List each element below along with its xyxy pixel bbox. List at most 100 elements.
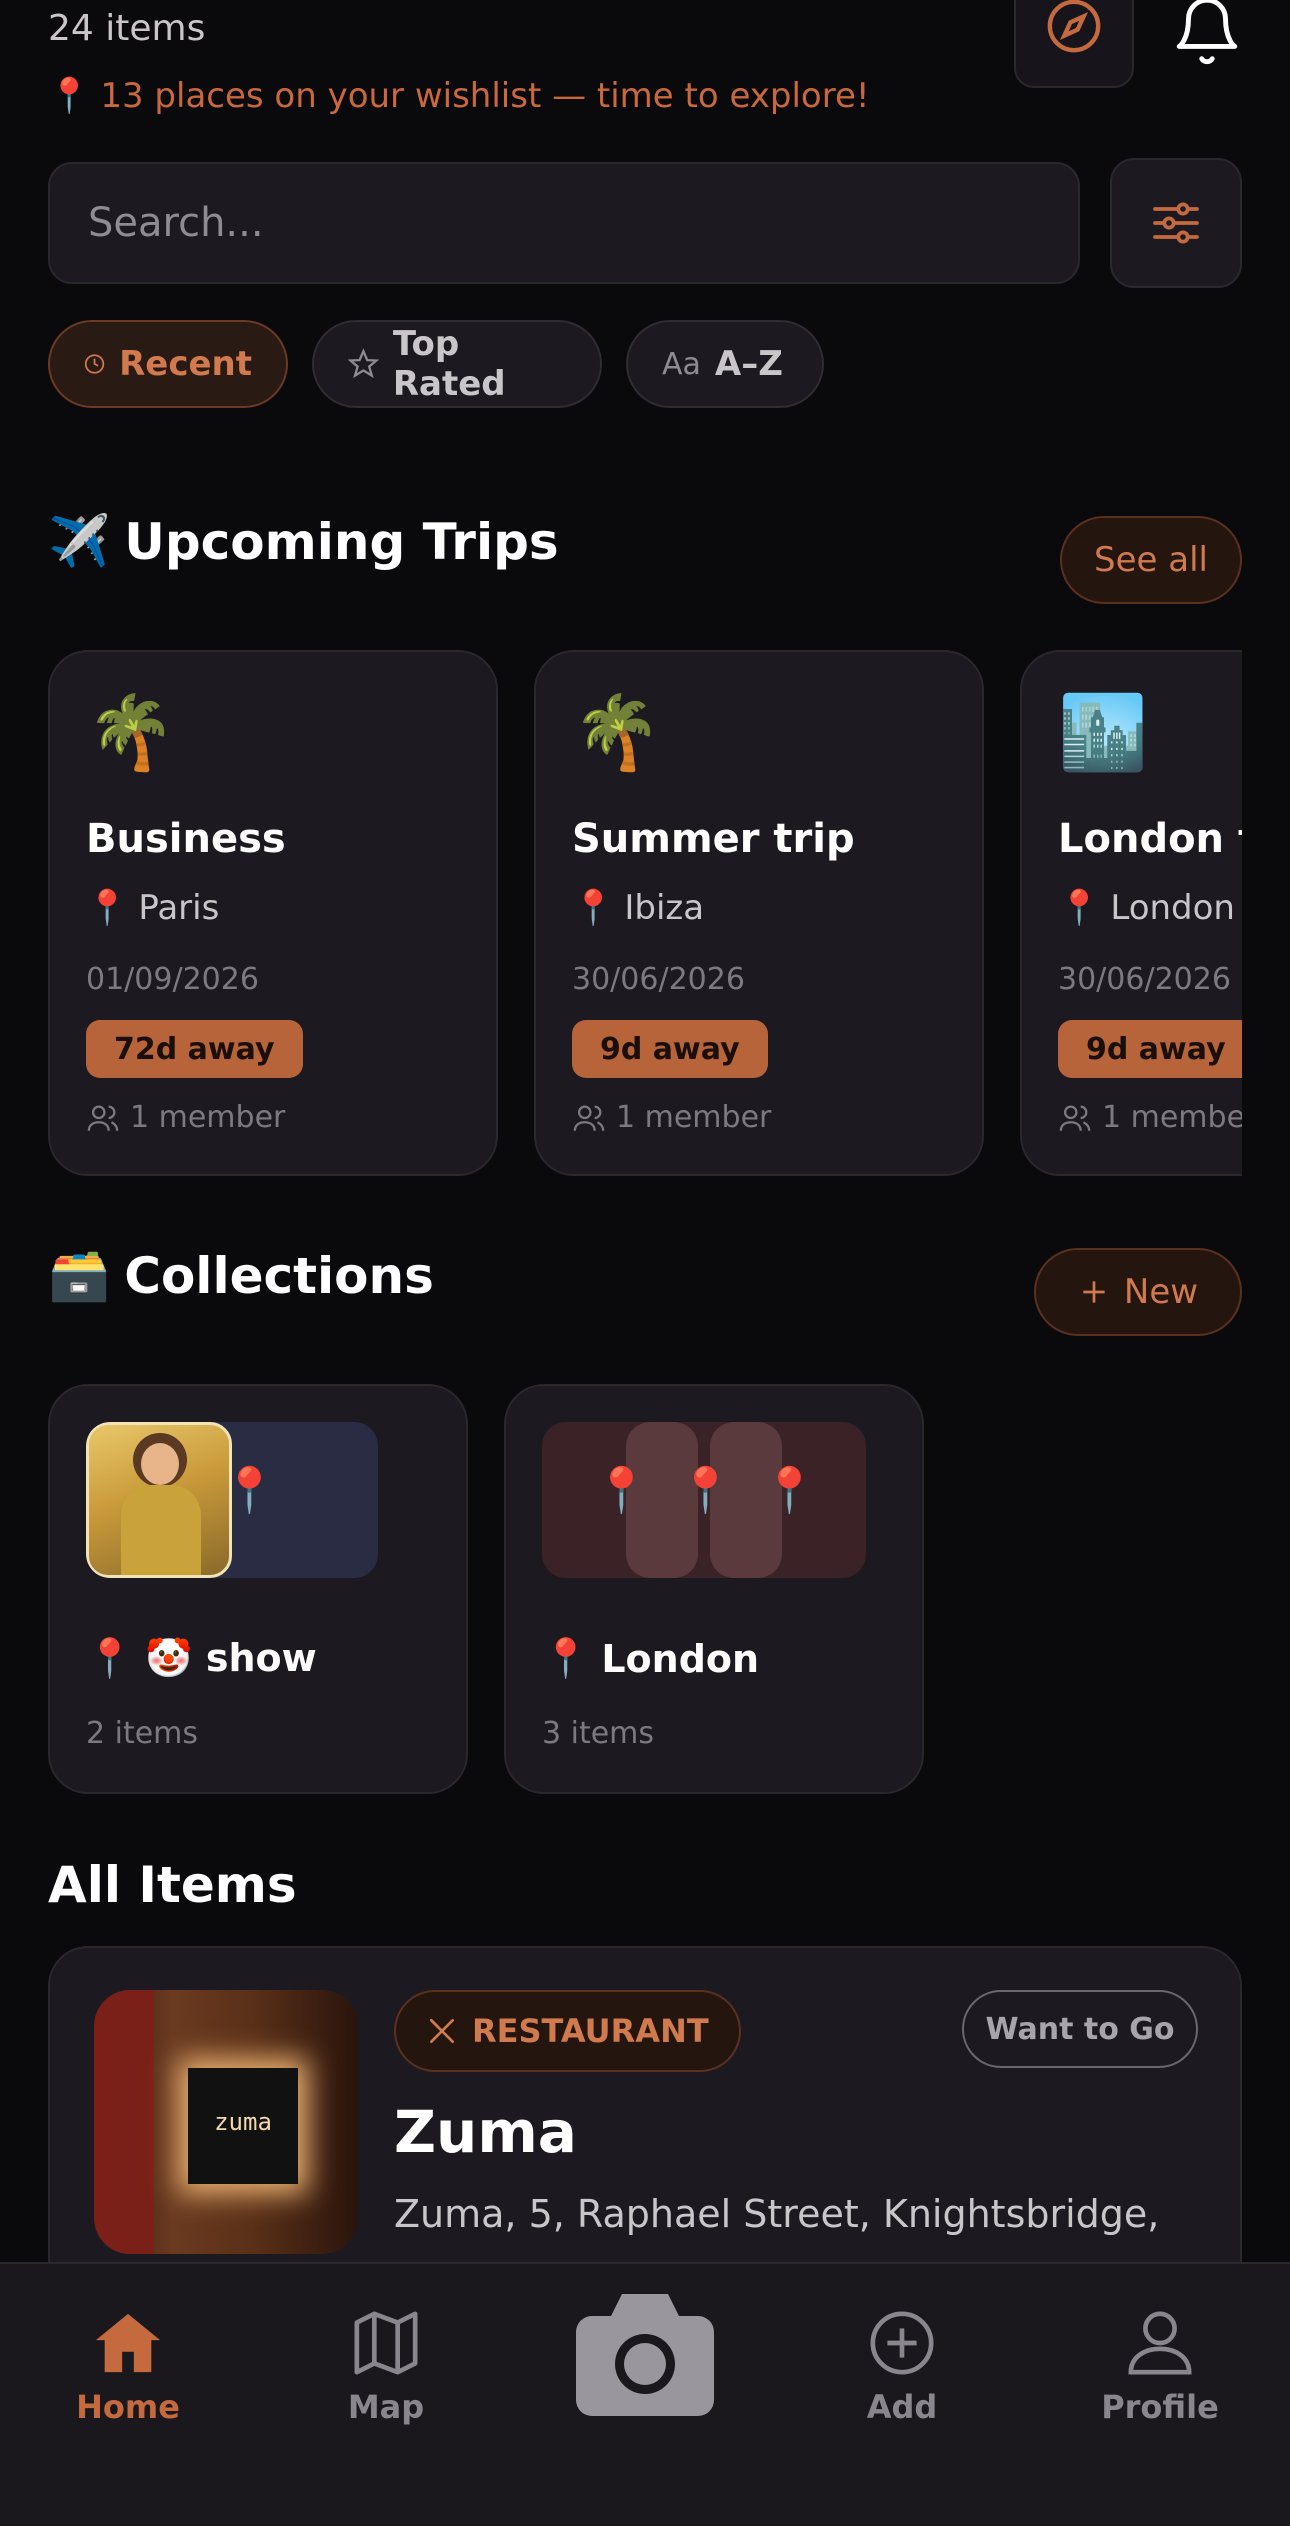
- items-count: 24 items: [48, 8, 206, 49]
- map-icon: [354, 2311, 418, 2375]
- palm-tree-icon: 🌴: [86, 690, 176, 774]
- nav-label: Map: [347, 2388, 425, 2426]
- pin-icon: 📍: [1058, 888, 1101, 928]
- home-icon: [95, 2313, 161, 2373]
- nav-home[interactable]: Home: [28, 2308, 228, 2426]
- pin-icon: 📍: [594, 1465, 649, 1516]
- item-address: Zuma, 5, Raphael Street, Knightsbridge,: [394, 2192, 1160, 2236]
- cityscape-icon: 🏙️: [1058, 690, 1148, 774]
- members-text: 1 member: [130, 1100, 286, 1135]
- search-input[interactable]: [88, 200, 1078, 246]
- trip-date: 01/09/2026: [86, 962, 259, 997]
- bottom-nav: Home Map Add Profile: [0, 2262, 1290, 2526]
- search-bar: [48, 162, 1080, 284]
- clock-icon: [84, 354, 105, 374]
- collection-card[interactable]: 📍 📍 🤡 show 2 items: [48, 1384, 468, 1794]
- trip-date: 30/06/2026: [1058, 962, 1231, 997]
- trip-card[interactable]: 🏙️ London trip 📍London 30/06/2026 9d awa…: [1020, 650, 1242, 1176]
- star-icon: [348, 348, 379, 379]
- item-photo: zuma: [94, 1990, 358, 2254]
- sliders-icon: [1153, 202, 1199, 244]
- sort-chip-az[interactable]: Aa A–Z: [626, 320, 824, 408]
- bell-icon: [1176, 0, 1238, 65]
- item-title: Zuma: [394, 2098, 577, 2166]
- pin-icon: 📍: [762, 1465, 817, 1516]
- pin-icon: 📍: [86, 1636, 134, 1680]
- trip-name: London trip: [1058, 816, 1242, 862]
- chip-label: A–Z: [714, 344, 783, 384]
- sign-text: zuma: [214, 2108, 272, 2136]
- pin-icon: 📍: [48, 76, 91, 116]
- section-title: Upcoming Trips: [124, 512, 559, 571]
- upcoming-trips-heading: ✈️ Upcoming Trips: [48, 512, 559, 571]
- trip-name: Summer trip: [572, 816, 855, 862]
- wishlist-banner: 📍 13 places on your wishlist — time to e…: [48, 76, 870, 116]
- collection-name: 📍 London: [542, 1636, 759, 1681]
- users-icon: [573, 1105, 605, 1131]
- countdown-badge: 72d away: [86, 1020, 303, 1078]
- camera-icon: [576, 2294, 714, 2416]
- location-text: Ibiza: [624, 888, 705, 928]
- pin-icon: 📍: [86, 888, 129, 928]
- sort-chip-top-rated[interactable]: Top Rated: [312, 320, 602, 408]
- see-all-button[interactable]: See all: [1060, 516, 1242, 604]
- location-text: Paris: [138, 888, 220, 928]
- nav-label: Add: [866, 2388, 938, 2426]
- countdown-badge: 9d away: [1058, 1020, 1242, 1078]
- collections-heading: 🗃️ Collections: [48, 1246, 434, 1305]
- category-badge: RESTAURANT: [394, 1990, 741, 2072]
- trips-carousel[interactable]: 🌴 Business 📍 Paris 01/09/2026 72d away 1 …: [48, 650, 1242, 1180]
- new-label: New: [1123, 1272, 1199, 1312]
- trip-date: 30/06/2026: [572, 962, 745, 997]
- user-icon: [1128, 2311, 1192, 2375]
- collection-card[interactable]: 📍 📍 📍 📍 London 3 items: [504, 1384, 924, 1794]
- trip-location: 📍 Ibiza: [572, 888, 704, 928]
- notifications-button[interactable]: [1170, 0, 1244, 68]
- status-button[interactable]: Want to Go: [962, 1990, 1198, 2068]
- trip-members: 1 member: [572, 1100, 771, 1135]
- users-icon: [1059, 1105, 1091, 1131]
- artwork-image: [86, 1422, 232, 1578]
- trip-location: 📍 Paris: [86, 888, 219, 928]
- collection-count: 2 items: [86, 1716, 199, 1751]
- nav-add[interactable]: Add: [802, 2308, 1002, 2426]
- trip-card[interactable]: 🌴 Business 📍 Paris 01/09/2026 72d away 1 …: [48, 650, 498, 1176]
- collection-thumbnail: 📍: [86, 1422, 378, 1578]
- members-text: 1 member: [1102, 1100, 1242, 1135]
- nav-map[interactable]: Map: [286, 2308, 486, 2426]
- location-text: London: [1110, 888, 1235, 928]
- collection-title: London: [601, 1636, 760, 1681]
- trip-card[interactable]: 🌴 Summer trip 📍 Ibiza 30/06/2026 9d away …: [534, 650, 984, 1176]
- nav-label: Home: [76, 2388, 180, 2426]
- pin-icon: 📍: [678, 1465, 733, 1516]
- sort-chip-recent[interactable]: Recent: [48, 320, 288, 408]
- trip-location: 📍 London: [1058, 888, 1235, 928]
- all-items-heading: All Items: [48, 1856, 297, 1914]
- utensils-icon: [430, 2019, 454, 2043]
- new-collection-button[interactable]: New: [1034, 1248, 1242, 1336]
- compass-icon: [1047, 0, 1101, 53]
- explore-button[interactable]: [1014, 0, 1134, 88]
- filter-button[interactable]: [1110, 158, 1242, 288]
- category-label: RESTAURANT: [472, 2012, 709, 2050]
- wishlist-text: 13 places on your wishlist — time to exp…: [100, 76, 870, 116]
- trip-name: Business: [86, 816, 286, 862]
- pin-icon: 📍: [572, 888, 615, 928]
- palm-tree-icon: 🌴: [572, 690, 662, 774]
- collection-thumbnail: 📍 📍 📍: [542, 1422, 866, 1578]
- members-text: 1 member: [616, 1100, 772, 1135]
- alphabet-icon: Aa: [662, 346, 701, 382]
- plus-icon: [1083, 1281, 1105, 1303]
- users-icon: [87, 1105, 119, 1131]
- nav-label: Profile: [1101, 2388, 1219, 2426]
- collection-name: 📍 🤡 show: [86, 1636, 317, 1681]
- collection-title: 🤡 show: [145, 1636, 317, 1680]
- nav-profile[interactable]: Profile: [1060, 2308, 1260, 2426]
- camera-button[interactable]: [576, 2292, 714, 2416]
- countdown-badge: 9d away: [572, 1020, 768, 1078]
- trip-members: 1 member: [1058, 1100, 1242, 1135]
- card-box-icon: 🗃️: [48, 1246, 111, 1304]
- chip-label: Top Rated: [392, 324, 506, 404]
- airplane-icon: ✈️: [48, 512, 111, 570]
- trip-members: 1 member: [86, 1100, 285, 1135]
